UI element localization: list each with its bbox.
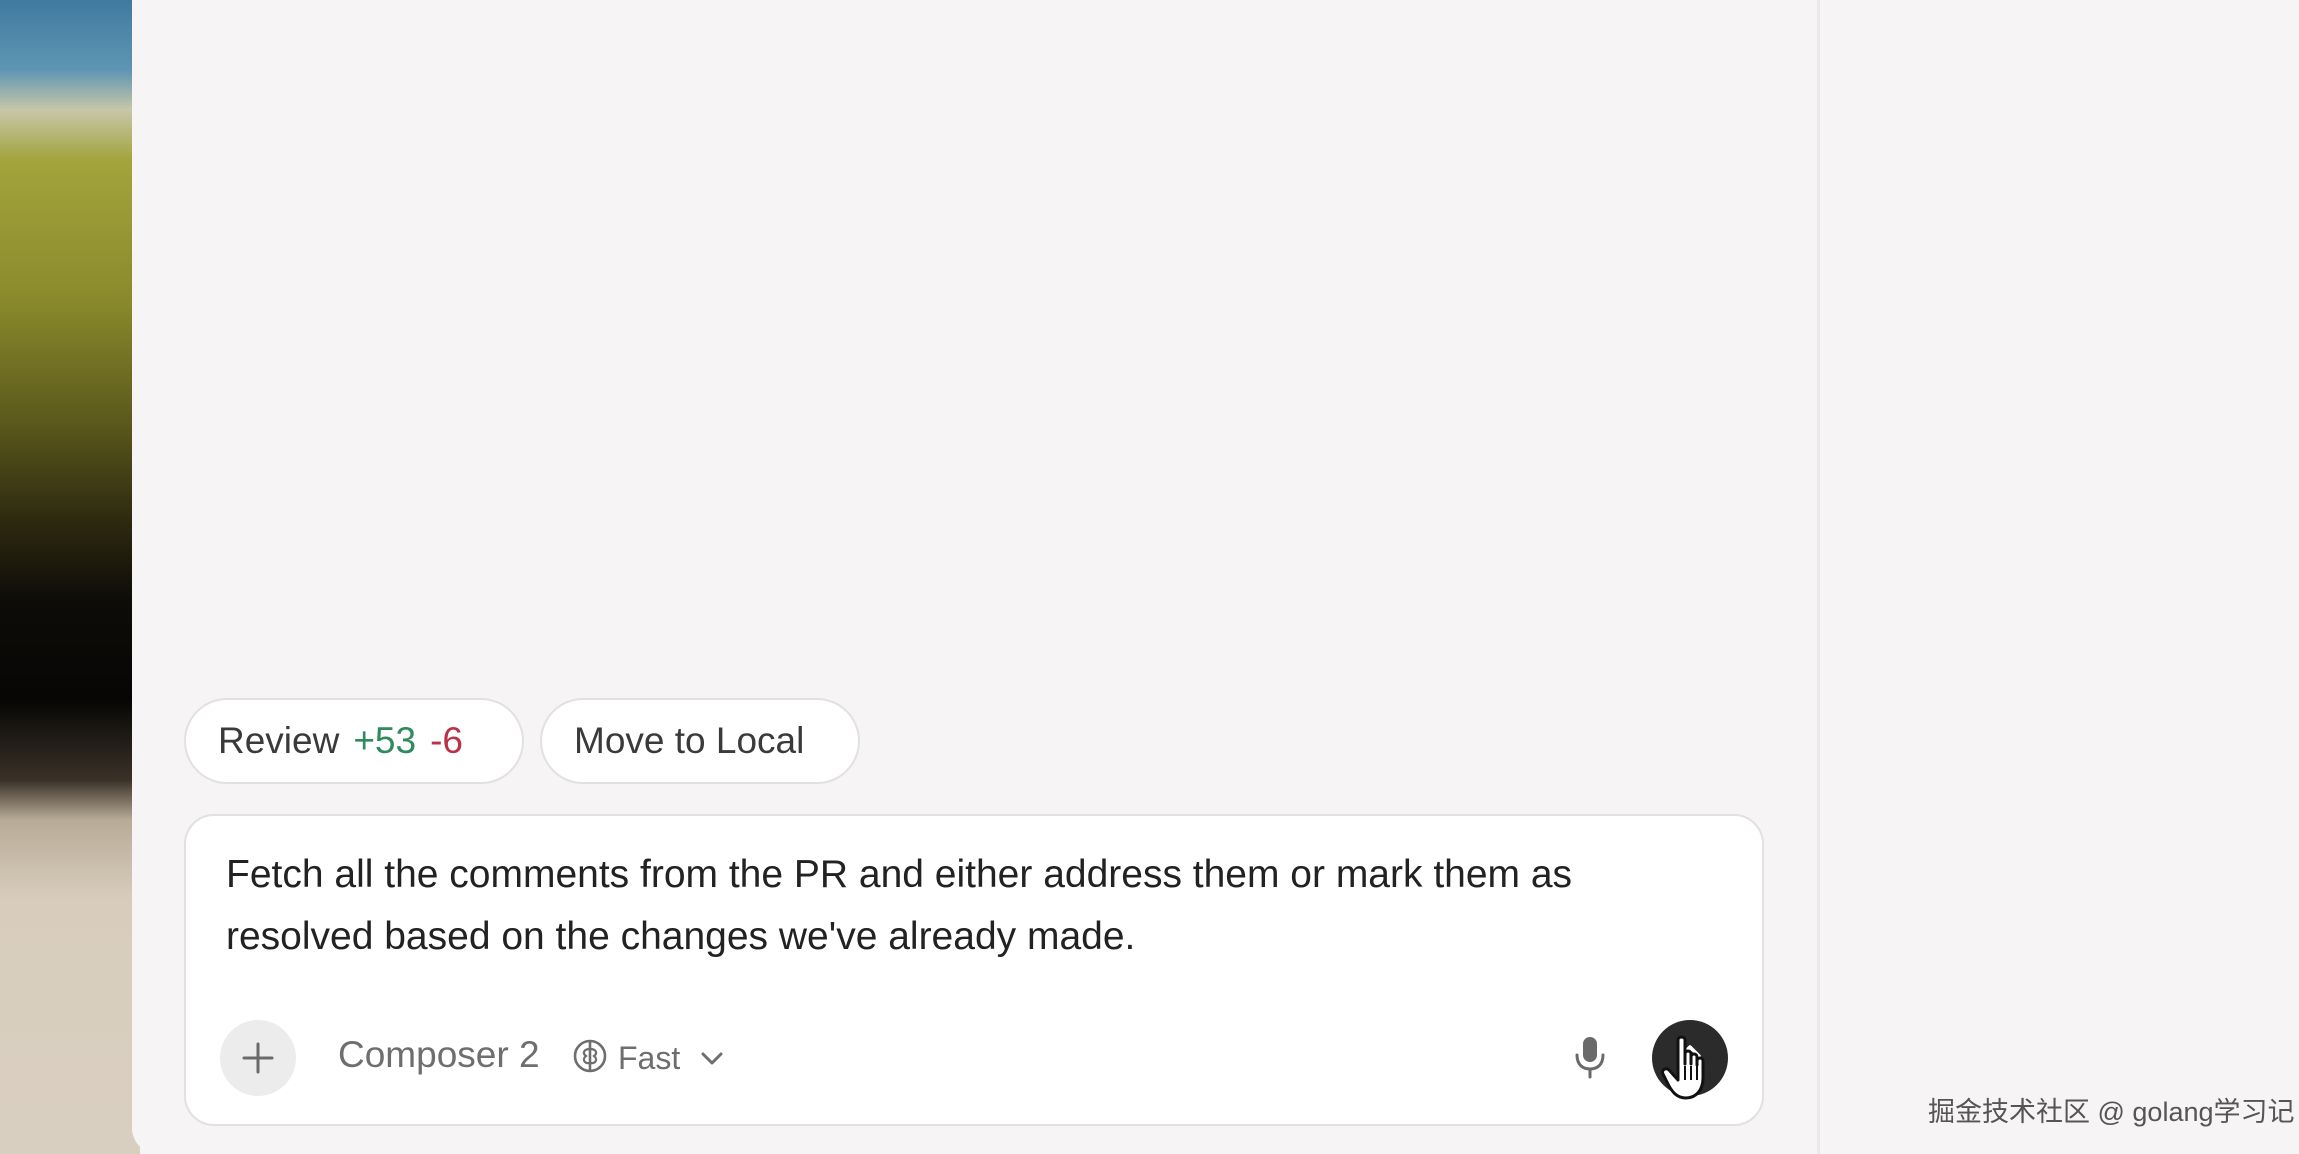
deletions-count: -6	[430, 720, 463, 761]
watermark: 掘金技术社区 @ golang学习记	[1928, 1097, 2295, 1127]
composer-box[interactable]: Fetch all the comments from the PR and e…	[184, 814, 1764, 1126]
review-changes-button[interactable]: Review +53 -6	[184, 698, 524, 784]
move-to-local-label: Move to Local	[574, 720, 805, 761]
hand-cursor-icon	[1661, 1035, 1705, 1100]
microphone-icon[interactable]	[1570, 1034, 1610, 1080]
move-to-local-button[interactable]: Move to Local	[540, 698, 860, 784]
model-selector[interactable]: Composer 2	[338, 1034, 540, 1076]
additions-count: +53	[353, 720, 417, 761]
right-panel	[1820, 0, 2299, 1154]
chevron-down-icon[interactable]	[698, 1044, 726, 1072]
review-label: Review	[218, 720, 340, 761]
add-context-button[interactable]	[220, 1020, 296, 1096]
speed-mode-label[interactable]: Fast	[618, 1040, 680, 1077]
brain-icon	[573, 1039, 607, 1073]
desktop-wallpaper	[0, 0, 140, 1154]
plus-icon	[242, 1042, 274, 1074]
prompt-input[interactable]: Fetch all the comments from the PR and e…	[226, 844, 1726, 968]
